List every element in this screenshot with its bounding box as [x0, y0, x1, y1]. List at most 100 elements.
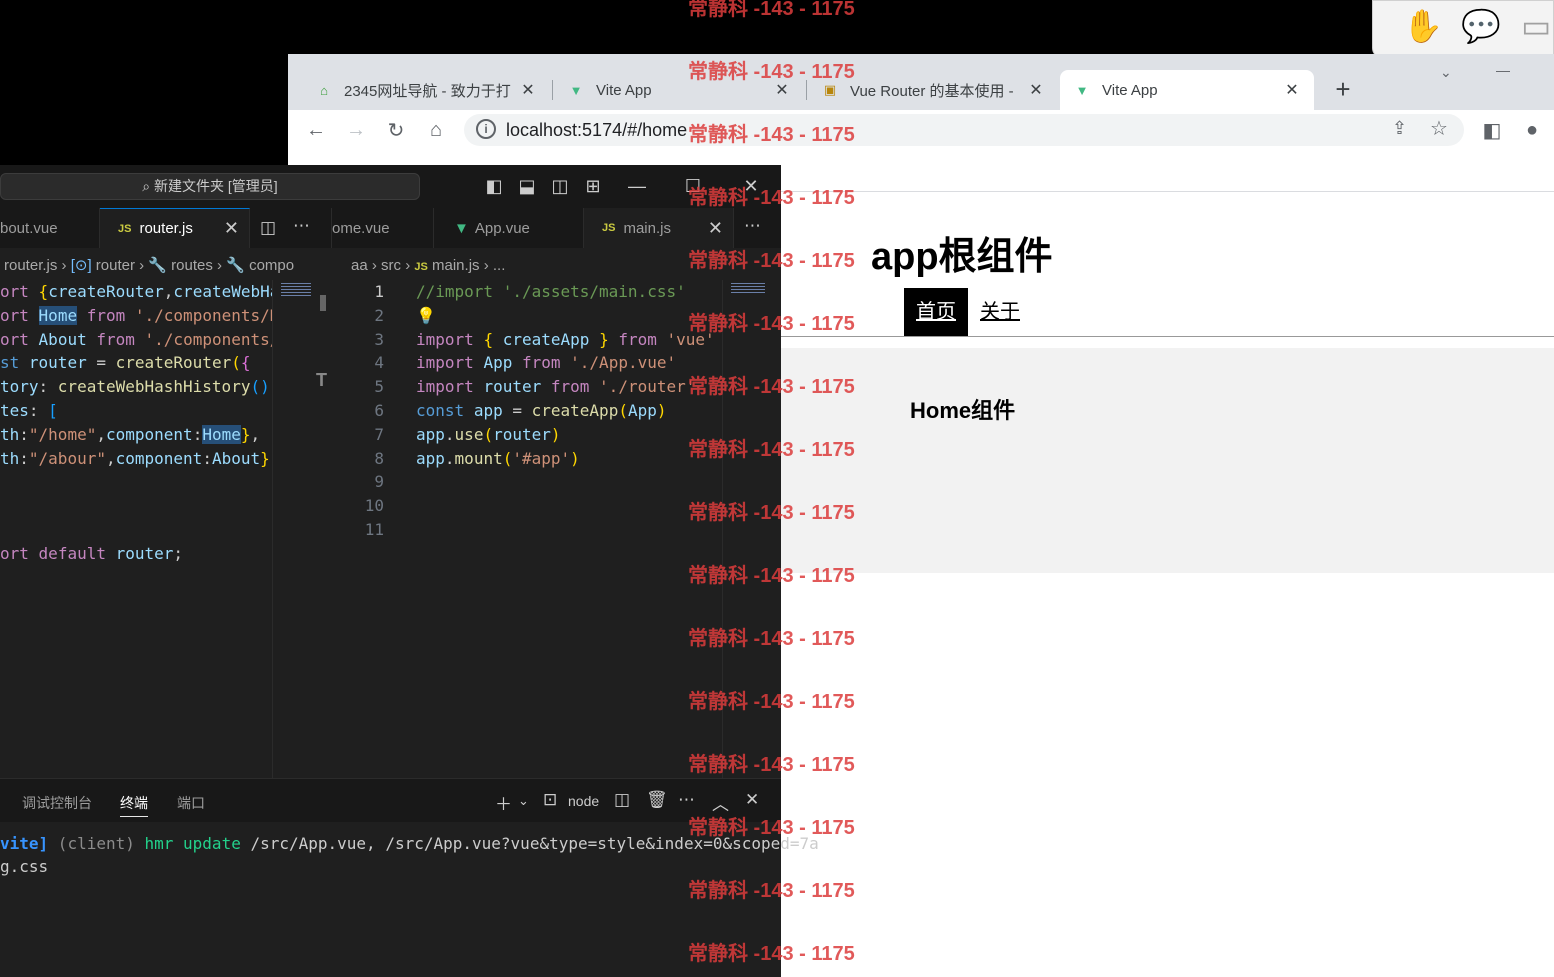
more-actions-icon[interactable]: ⋯	[293, 216, 310, 236]
new-terminal-icon[interactable]: ＋	[495, 790, 512, 815]
code-line: import router from './router'	[416, 377, 696, 397]
tab-title: Vue Router 的基本使用 -	[850, 82, 1014, 100]
tab-strip: ⌂ 2345网址导航 - 致力于打 ✕ ▼ Vite App ✕ ▣ Vue R…	[288, 54, 1554, 110]
floating-toolbar: ✋ 💬 ▭	[1372, 0, 1554, 58]
close-icon[interactable]: ✕	[772, 80, 792, 100]
terminal-line: g.css	[0, 857, 49, 876]
minimap-right[interactable]	[722, 280, 781, 778]
close-icon[interactable]: ✕	[1026, 80, 1046, 100]
maximize-panel-icon[interactable]: ︿	[712, 790, 729, 815]
minimize-icon[interactable]: —	[1496, 62, 1510, 78]
more-actions-icon[interactable]: ⋯	[744, 216, 761, 236]
tab-ports[interactable]: 端口	[177, 793, 205, 813]
window-icon[interactable]: ▭	[1521, 7, 1551, 45]
new-tab-button[interactable]: +	[1328, 74, 1358, 105]
toggle-secondary-sidebar-icon[interactable]: ◫	[549, 175, 571, 197]
breadcrumb-item[interactable]: ...	[493, 257, 506, 274]
breadcrumb-item[interactable]: compo	[249, 257, 294, 274]
browser-tab-2345[interactable]: ⌂ 2345网址导航 - 致力于打 ✕	[302, 70, 550, 110]
tab-separator	[806, 80, 807, 100]
page-heading: app根组件	[871, 236, 1053, 278]
browser-tab-vite-1[interactable]: ▼ Vite App ✕	[554, 70, 804, 110]
browser-tab-vue-router[interactable]: ▣ Vue Router 的基本使用 - ✕	[808, 70, 1058, 110]
browser-toolbar: ← → ↻ ⌂ i localhost:5174/#/home ⇪ ☆ ◧ ●	[288, 110, 1554, 150]
customize-layout-icon[interactable]: ⊞	[582, 175, 604, 197]
command-center[interactable]: ⌕ 新建文件夹 [管理员]	[0, 173, 420, 200]
back-icon[interactable]: ←	[302, 116, 330, 144]
tab-separator	[552, 80, 553, 100]
code-line: import { createApp } from 'vue'	[416, 329, 715, 349]
breadcrumb-item[interactable]: router	[96, 257, 135, 274]
line-number: 2	[374, 305, 384, 325]
maximize-icon[interactable]: ☐	[682, 175, 704, 197]
title-bar: ⌕ 新建文件夹 [管理员] ◧ ⬓ ◫ ⊞ — ☐ ✕	[0, 165, 781, 208]
tab-debug-console[interactable]: 调试控制台	[22, 793, 92, 813]
tab-home-vue[interactable]: ome.vue	[332, 208, 434, 248]
address-bar[interactable]: i localhost:5174/#/home ⇪ ☆	[464, 114, 1464, 146]
url-text: localhost:5174/#/home	[506, 120, 688, 140]
breadcrumb-item[interactable]: routes	[171, 257, 213, 274]
home-icon[interactable]: ⌂	[422, 116, 450, 144]
chevron-down-icon[interactable]: ⌄	[518, 793, 529, 809]
more-actions-icon[interactable]: ⋯	[678, 790, 695, 810]
hand-icon[interactable]: ✋	[1403, 7, 1443, 45]
tab-router-js[interactable]: JS router.js ✕	[100, 208, 250, 248]
code-line: //import './assets/main.css'	[416, 282, 686, 301]
breadcrumb-item[interactable]: aa	[351, 257, 368, 274]
chat-icon[interactable]: 💬	[1461, 7, 1501, 45]
close-icon[interactable]: ✕	[740, 175, 762, 197]
toggle-panel-icon[interactable]: ⬓	[516, 175, 538, 197]
trash-icon[interactable]: 🗑	[646, 790, 668, 810]
nav-link-about[interactable]: 关于	[968, 288, 1032, 337]
split-terminal-icon[interactable]: ◫	[614, 790, 630, 810]
split-editor-icon[interactable]: ◫	[260, 218, 276, 238]
tab-terminal[interactable]: 终端	[120, 793, 148, 817]
close-icon[interactable]: ✕	[1282, 80, 1302, 100]
tab-label: router.js	[139, 220, 193, 237]
tab-about-vue[interactable]: bout.vue	[0, 208, 100, 248]
tab-main-js[interactable]: JS main.js ✕	[584, 208, 734, 248]
text-cursor-icon: T	[316, 370, 327, 390]
browser-tab-vite-active[interactable]: ▼ Vite App ✕	[1060, 70, 1314, 110]
close-icon[interactable]: ✕	[708, 218, 723, 239]
nav-link-home[interactable]: 首页	[904, 288, 968, 337]
tab-label: App.vue	[474, 219, 530, 237]
code-editor-left[interactable]: ort {createRouter,createWebHa ort Home f…	[0, 280, 272, 660]
watermark-text: 常静科 -143 - 1175	[688, 0, 855, 20]
bookmark-star-icon[interactable]: ☆	[1430, 116, 1448, 141]
terminal-output[interactable]: vite] (client) hmr update /src/App.vue, …	[0, 832, 819, 878]
minimap-left[interactable]	[272, 280, 316, 778]
scrollbar-thumb[interactable]	[320, 295, 326, 311]
code-line: ort {createRouter,createWebHa	[0, 282, 272, 301]
js-file-icon: JS	[414, 261, 428, 273]
reload-icon[interactable]: ↻	[382, 116, 410, 144]
tab-label: ome.vue	[332, 219, 390, 237]
breadcrumb-item[interactable]: main.js	[432, 257, 480, 274]
editor-tabs-left: bout.vue JS router.js ✕ ◫ ⋯	[0, 208, 331, 248]
share-icon[interactable]: ⇪	[1392, 118, 1407, 139]
site-info-icon[interactable]: i	[476, 119, 496, 139]
terminal-shell-label[interactable]: node	[568, 793, 599, 809]
code-line: const app = createApp(App)	[416, 400, 667, 420]
side-panel-icon[interactable]: ◧	[1478, 116, 1506, 144]
minimize-icon[interactable]: —	[626, 175, 648, 197]
lightbulb-icon[interactable]: 💡	[416, 306, 436, 325]
breadcrumb-right: aa › src › JS main.js › ...	[351, 257, 506, 274]
terminal-line: vite] (client) hmr update /src/App.vue, …	[0, 834, 819, 853]
minimap-preview	[281, 283, 311, 297]
tab-title: Vite App	[596, 81, 652, 99]
breadcrumb-item[interactable]: src	[381, 257, 401, 274]
forward-icon[interactable]: →	[342, 116, 370, 144]
code-line: st router = createRouter({	[0, 353, 251, 373]
toggle-sidebar-icon[interactable]: ◧	[483, 175, 505, 197]
close-panel-icon[interactable]: ✕	[745, 790, 759, 810]
tab-app-vue[interactable]: ▼ App.vue	[434, 208, 584, 248]
profile-avatar-icon[interactable]: ●	[1518, 116, 1546, 144]
tab-search-icon[interactable]: ⌄	[1440, 64, 1452, 81]
line-number: 7	[374, 424, 384, 444]
search-icon: ⌕	[142, 178, 155, 194]
close-icon[interactable]: ✕	[518, 80, 538, 100]
code-editor-right[interactable]: //import './assets/main.css' 💡 import { …	[416, 280, 722, 720]
close-icon[interactable]: ✕	[224, 218, 239, 239]
breadcrumb-item[interactable]: router.js	[4, 257, 57, 274]
